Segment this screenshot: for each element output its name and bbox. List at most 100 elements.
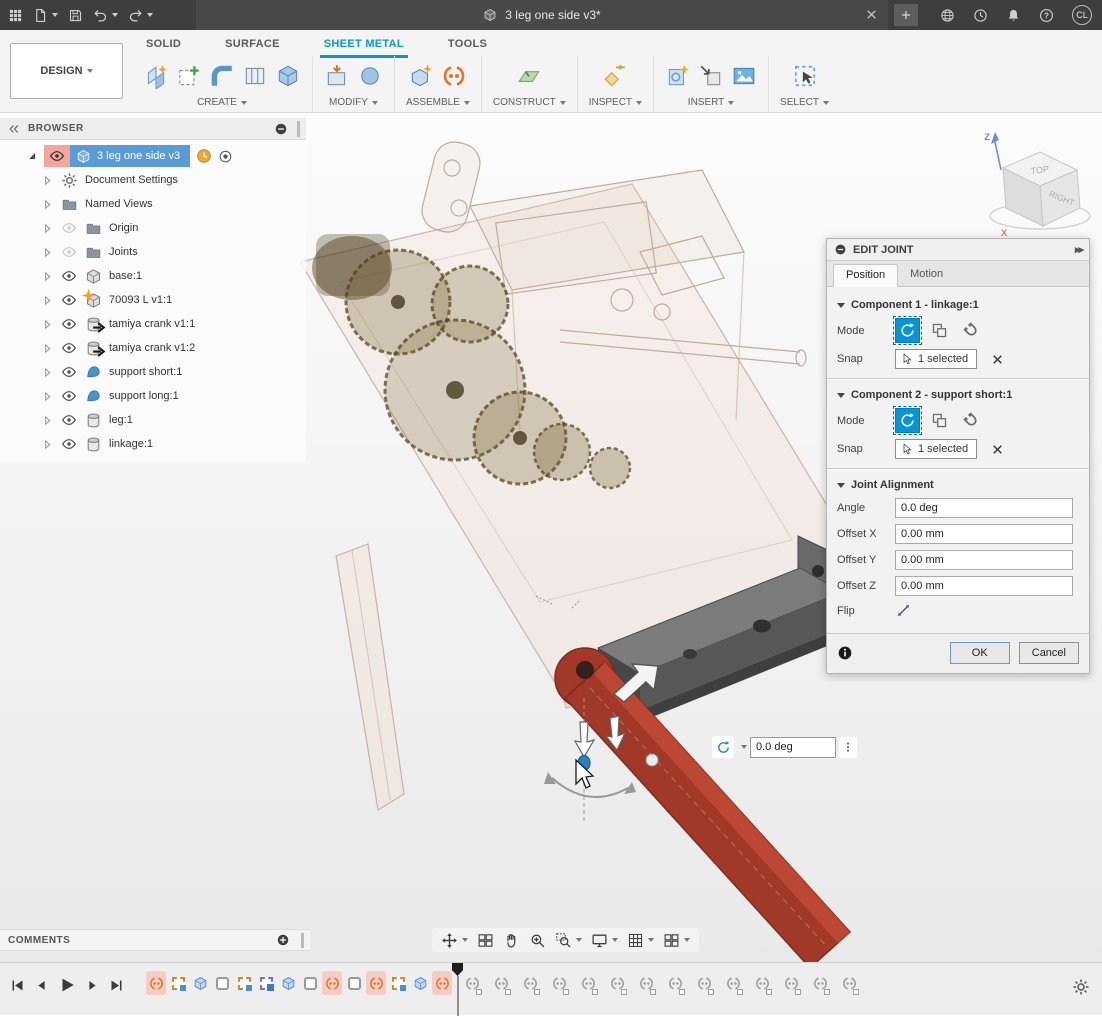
timeline-feature-sketch[interactable] xyxy=(234,971,254,995)
expand-arrow-icon[interactable] xyxy=(42,319,53,330)
workspace-switcher[interactable]: DESIGN xyxy=(10,43,123,99)
section-joint-alignment[interactable]: Joint Alignment xyxy=(837,479,1079,491)
group-label-assemble[interactable]: ASSEMBLE xyxy=(406,97,470,112)
timeline-feature-plane[interactable] xyxy=(212,971,232,995)
unfold-tool-button[interactable] xyxy=(324,63,350,89)
timeline-position-marker[interactable] xyxy=(452,963,463,1016)
mode-motion-button[interactable] xyxy=(959,408,984,433)
browser-item-base[interactable]: base:1 xyxy=(0,264,306,288)
mode-motion-button[interactable] xyxy=(959,318,984,343)
tab-motion[interactable]: Motion xyxy=(898,264,955,286)
timeline-settings-gear-icon[interactable] xyxy=(1072,978,1090,996)
visibility-eye-icon[interactable] xyxy=(61,412,77,428)
browser-item-support-long[interactable]: support long:1 xyxy=(0,384,306,408)
group-label-insert[interactable]: INSERT xyxy=(688,97,735,112)
mode-simple-button[interactable] xyxy=(895,318,920,343)
joint-type-caret[interactable] xyxy=(741,745,747,749)
collapse-panel-icon[interactable] xyxy=(8,123,20,135)
tab-position[interactable]: Position xyxy=(833,264,898,287)
zoom-window-button[interactable] xyxy=(552,930,585,951)
visibility-eye-icon[interactable] xyxy=(61,244,77,260)
close-tab-icon[interactable] xyxy=(865,8,878,21)
measure-tool-button[interactable] xyxy=(602,63,628,89)
browser-header[interactable]: BROWSER xyxy=(0,118,306,140)
timeline-feature-body[interactable] xyxy=(278,971,298,995)
select-tool-button[interactable] xyxy=(792,63,818,89)
timeline-feature-joint-gray[interactable] xyxy=(607,971,627,995)
browser-item-named-views[interactable]: Named Views xyxy=(0,192,306,216)
document-tab[interactable]: 3 leg one side v3* xyxy=(196,0,888,30)
ok-button[interactable]: OK xyxy=(950,642,1010,664)
visibility-eye-icon[interactable] xyxy=(61,268,77,284)
expand-arrow-icon[interactable] xyxy=(42,343,53,354)
job-status-clock-icon[interactable] xyxy=(973,8,988,23)
expand-arrow-icon[interactable] xyxy=(42,175,53,186)
section-component-1[interactable]: Component 1 - linkage:1 xyxy=(837,299,1079,311)
form-tool-button[interactable] xyxy=(357,63,383,89)
browser-item-document-settings[interactable]: Document Settings xyxy=(0,168,306,192)
timeline-feature-body[interactable] xyxy=(190,971,210,995)
dialog-header[interactable]: EDIT JOINT ▸▸ xyxy=(827,239,1089,261)
extensions-globe-icon[interactable] xyxy=(940,8,955,23)
display-settings-button[interactable] xyxy=(588,930,621,951)
root-visibility-eye[interactable] xyxy=(44,145,70,167)
insert-canvas-button[interactable] xyxy=(731,63,757,89)
revolve-joint-icon[interactable] xyxy=(712,736,734,758)
orbit-button[interactable] xyxy=(474,930,497,951)
browser-root-item[interactable]: 3 leg one side v3 xyxy=(0,144,306,168)
save-button[interactable] xyxy=(68,8,83,23)
visibility-eye-icon[interactable] xyxy=(61,388,77,404)
mode-between-faces-button[interactable] xyxy=(927,408,952,433)
timeline-feature-joint-gray[interactable] xyxy=(839,971,859,995)
tab-sheet-metal[interactable]: SHEET METAL xyxy=(320,32,408,58)
visibility-eye-icon[interactable] xyxy=(61,436,77,452)
snap-selection-button[interactable]: 1 selected xyxy=(895,439,977,459)
timeline-feature-joint-gray[interactable] xyxy=(549,971,569,995)
section-component-2[interactable]: Component 2 - support short:1 xyxy=(837,389,1079,401)
activate-radio-icon[interactable] xyxy=(218,149,233,164)
timeline-feature-joint-gray[interactable] xyxy=(694,971,714,995)
offset-z-input[interactable] xyxy=(895,576,1073,596)
comments-scrollbar[interactable] xyxy=(301,933,304,948)
timeline-feature-joint-gray[interactable] xyxy=(520,971,540,995)
undo-button[interactable] xyxy=(93,8,118,23)
mode-between-faces-button[interactable] xyxy=(927,318,952,343)
new-component-button[interactable] xyxy=(408,63,434,89)
dialog-expand-icon[interactable]: ▸▸ xyxy=(1075,243,1082,256)
timeline-feature-plane[interactable] xyxy=(300,971,320,995)
new-tab-button[interactable] xyxy=(894,4,918,26)
zoom-button[interactable] xyxy=(526,930,549,951)
expand-arrow-icon[interactable] xyxy=(42,271,53,282)
timeline-feature-sketch2[interactable] xyxy=(256,971,276,995)
display-toggle-icon[interactable] xyxy=(274,122,288,136)
visibility-eye-icon[interactable] xyxy=(61,220,77,236)
tab-solid[interactable]: SOLID xyxy=(142,32,185,58)
tab-tool-button[interactable] xyxy=(242,63,268,89)
construction-plane-button[interactable] xyxy=(516,63,542,89)
browser-item-support-short[interactable]: support short:1 xyxy=(0,360,306,384)
visibility-eye-icon[interactable] xyxy=(61,316,77,332)
expand-arrow-icon[interactable] xyxy=(42,223,53,234)
group-label-inspect[interactable]: INSPECT xyxy=(589,97,642,112)
bend-tool-button[interactable] xyxy=(209,63,235,89)
angle-input[interactable] xyxy=(895,498,1073,518)
expand-arrow-icon[interactable] xyxy=(42,295,53,306)
snap-selection-button[interactable]: 1 selected xyxy=(895,349,977,369)
help-icon[interactable] xyxy=(1039,8,1054,23)
expand-arrow-icon[interactable] xyxy=(26,150,38,162)
timeline-feature-sketch[interactable] xyxy=(168,971,188,995)
timeline-feature-joint-gray[interactable] xyxy=(578,971,598,995)
timeline-feature-body[interactable] xyxy=(410,971,430,995)
group-label-select[interactable]: SELECT xyxy=(780,97,829,112)
redo-button[interactable] xyxy=(128,8,153,23)
history-clock-icon[interactable] xyxy=(196,148,212,164)
cancel-button[interactable]: Cancel xyxy=(1019,642,1079,664)
browser-item-tamiya-crank-1[interactable]: tamiya crank v1:1 xyxy=(0,312,306,336)
play-button[interactable] xyxy=(58,976,76,994)
info-icon[interactable] xyxy=(837,645,853,661)
notifications-bell-icon[interactable] xyxy=(1006,8,1021,23)
clear-selection-icon[interactable] xyxy=(991,353,1004,366)
add-comment-icon[interactable] xyxy=(276,933,290,947)
joint-angle-input[interactable] xyxy=(750,737,836,758)
expand-arrow-icon[interactable] xyxy=(42,199,53,210)
